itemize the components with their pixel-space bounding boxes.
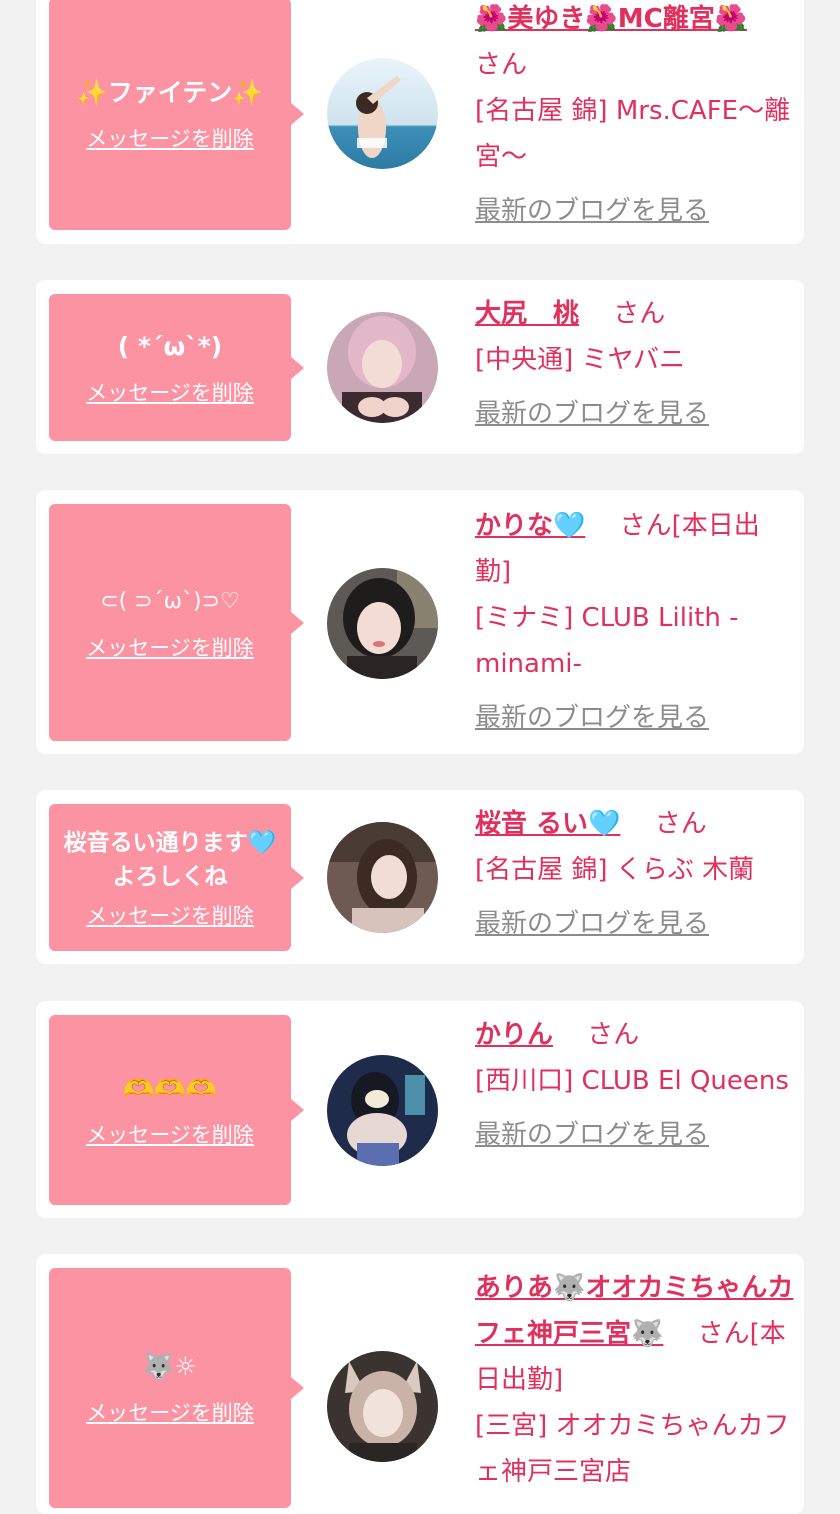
cast-name-link[interactable]: 桜音 るい🩵 [475,809,620,839]
message-card: 🐺☼ メッセージを削除 ありあ🐺オオカミちゃんカフェ神戸三宮🐺 さん[本日出勤]… [36,1254,804,1514]
delete-message-link[interactable]: メッセージを削除 [86,1121,254,1149]
message-text: ✨ファイテン✨ [76,78,264,107]
entry-info: 🌺美ゆき🌺MC離宮🌺 さん [名古屋 錦] Mrs.CAFE〜離宮〜 最新のブロ… [475,0,795,234]
message-card: 桜音るい通ります🩵よろしくね メッセージを削除 桜音 るい🩵 さん [名古屋 錦… [36,790,804,964]
avatar[interactable] [327,822,438,933]
latest-blog-link[interactable]: 最新のブログを見る [475,188,795,234]
entry-info: かりん さん [西川口] CLUB El Queens 最新のブログを見る [475,1012,795,1158]
cast-name-link[interactable]: 🌺美ゆき🌺MC離宮🌺 [475,4,747,34]
shop-name: [中央通] ミヤバニ [475,345,686,375]
entry-info: 大尻 桃 さん [中央通] ミヤバニ 最新のブログを見る [475,291,795,437]
honorific: さん [613,299,666,329]
message-bubble: ( *´ω`*) メッセージを削除 [49,294,304,441]
message-text: ⊂( ⊃´ω`)⊃♡ [100,588,240,614]
cast-name-link[interactable]: かりな🩵 [475,511,585,541]
avatar[interactable] [327,1055,438,1166]
delete-message-link[interactable]: メッセージを削除 [86,379,254,407]
entry-info: ありあ🐺オオカミちゃんカフェ神戸三宮🐺 さん[本日出勤] [三宮] オオカミちゃ… [475,1265,795,1495]
latest-blog-link[interactable]: 最新のブログを見る [475,1112,795,1158]
latest-blog-link[interactable]: 最新のブログを見る [475,391,795,437]
avatar[interactable] [327,312,438,423]
message-bubble: ✨ファイテン✨ メッセージを削除 [49,0,304,230]
shop-name: [ミナミ] CLUB Lilith -minami- [475,603,739,679]
avatar[interactable] [327,568,438,679]
message-card: ⊂( ⊃´ω`)⊃♡ メッセージを削除 かりな🩵 さん[本日出勤] [ミナミ] … [36,490,804,754]
latest-blog-link[interactable]: 最新のブログを見る [475,901,795,947]
message-text: 桜音るい通ります🩵よろしくね [63,829,277,890]
message-card: ✨ファイテン✨ メッセージを削除 🌺美ゆき🌺MC離宮🌺 さん [名古屋 錦] M… [36,0,804,244]
shop-name: [西川口] CLUB El Queens [475,1066,789,1096]
entry-info: 桜音 るい🩵 さん [名古屋 錦] くらぶ 木蘭 最新のブログを見る [475,801,795,947]
shop-name: [名古屋 錦] くらぶ 木蘭 [475,855,755,885]
entry-info: かりな🩵 さん[本日出勤] [ミナミ] CLUB Lilith -minami-… [475,503,795,741]
avatar[interactable] [327,58,438,169]
cast-name-link[interactable]: 大尻 桃 [475,299,579,329]
message-text: ( *´ω`*) [117,331,223,361]
delete-message-link[interactable]: メッセージを削除 [86,1399,254,1427]
message-bubble: ⊂( ⊃´ω`)⊃♡ メッセージを削除 [49,504,304,741]
delete-message-link[interactable]: メッセージを削除 [86,902,254,930]
cast-name-link[interactable]: かりん [475,1020,553,1050]
message-bubble: 🐺☼ メッセージを削除 [49,1268,304,1508]
delete-message-link[interactable]: メッセージを削除 [86,634,254,662]
message-text: 🐺☼ [143,1352,197,1381]
honorific: さん [587,1020,640,1050]
avatar[interactable] [327,1351,438,1462]
honorific: さん [654,809,707,839]
message-card: 🫶🫶🫶 メッセージを削除 かりん さん [西川口] CLUB El Queens… [36,1001,804,1218]
message-text: 🫶🫶🫶 [123,1074,217,1103]
message-bubble: 🫶🫶🫶 メッセージを削除 [49,1015,304,1205]
latest-blog-link[interactable]: 最新のブログを見る [475,695,795,741]
message-bubble: 桜音るい通ります🩵よろしくね メッセージを削除 [49,804,304,951]
shop-name: [三宮] オオカミちゃんカフェ神戸三宮店 [475,1411,790,1487]
shop-name: [名古屋 錦] Mrs.CAFE〜離宮〜 [475,96,791,172]
message-card: ( *´ω`*) メッセージを削除 大尻 桃 さん [中央通] ミヤバニ 最新の… [36,280,804,454]
delete-message-link[interactable]: メッセージを削除 [86,125,254,153]
